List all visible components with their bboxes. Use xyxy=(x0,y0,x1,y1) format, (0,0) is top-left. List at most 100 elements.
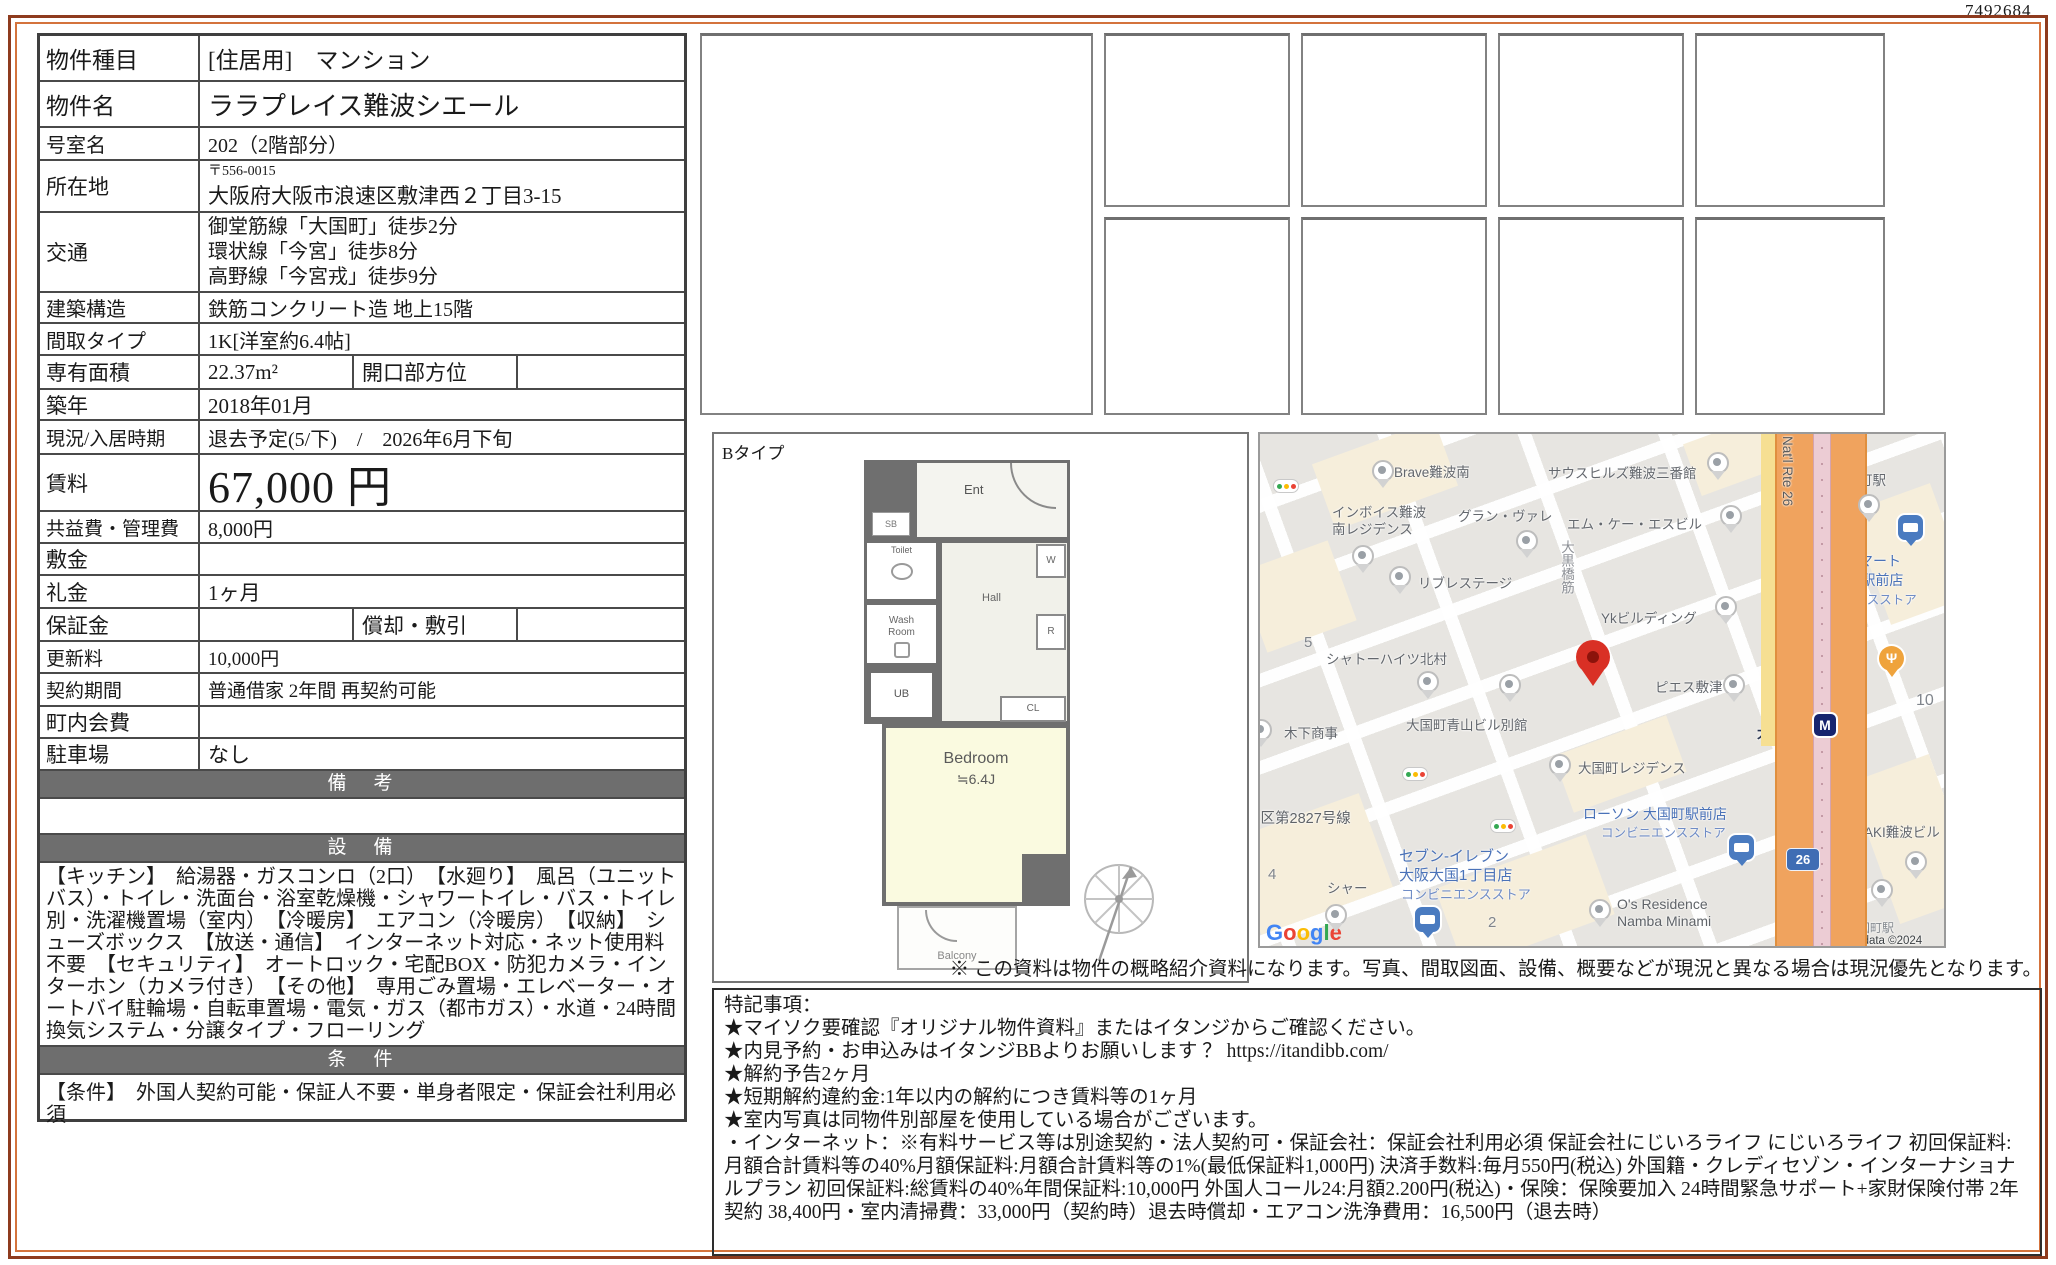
row-label: 築年 xyxy=(40,390,200,419)
conditions-text: 【条件】 外国人契約可能・保証人不要・単身者限定・保証会社利用必須 xyxy=(40,1073,684,1119)
row-value: 1K[洋室約6.4帖] xyxy=(200,323,684,356)
map-pin-icon xyxy=(1352,545,1374,567)
map-label: エム・ケー・エスビル xyxy=(1567,516,1702,533)
map-label: 大国町レジデンス xyxy=(1578,760,1686,777)
amortization-value xyxy=(518,623,684,627)
row-value: 2018年01月 xyxy=(200,388,684,422)
map-label: AKI難波ビル xyxy=(1864,824,1940,841)
photo-placeholder xyxy=(1498,33,1684,207)
table-row-room: 号室名 202（2階部分） xyxy=(40,126,684,159)
traffic-light-icon xyxy=(1402,767,1428,781)
notes-paragraph: ・インターネット：※有料サービス等は別途契約・法人契約可・保証会社：保証会社利用… xyxy=(724,1132,2030,1224)
row-value: なし xyxy=(200,737,684,771)
row-label: 号室名 xyxy=(40,128,200,159)
metro-station-icon: M xyxy=(1814,714,1836,736)
row-label: 賃料 xyxy=(40,455,200,510)
photo-placeholder xyxy=(1104,33,1290,207)
row-label: 駐車場 xyxy=(40,739,200,769)
map-pin-icon xyxy=(1516,530,1538,552)
map-pin-icon xyxy=(1589,899,1611,921)
map-pin-icon xyxy=(1499,674,1521,696)
document-number: 7492684 xyxy=(1965,1,2032,21)
row-value: 1ヶ月 xyxy=(200,575,684,609)
row-value: [住居用] マンション xyxy=(200,39,684,77)
poi-label: セブン-イレブン xyxy=(1399,848,1509,866)
notes-line: ★短期解約違約金:1年以内の解約につき賃料等の1ヶ月 xyxy=(724,1086,2030,1109)
table-row-layout: 間取タイプ 1K[洋室約6.4帖] xyxy=(40,322,684,354)
poi-label: 大阪大国1丁目店 xyxy=(1399,867,1512,885)
poi-category-label: コンビニエンスストア xyxy=(1401,886,1531,904)
map-pin-icon xyxy=(1417,671,1439,693)
notes-title: 特記事項： xyxy=(724,994,2030,1017)
table-row-guarantee: 保証金 償却・敷引 xyxy=(40,607,684,640)
convenience-store-icon xyxy=(1898,515,1923,540)
row-label: 共益費・管理費 xyxy=(40,512,200,542)
block-number: 2 xyxy=(1488,914,1496,931)
compass-icon xyxy=(1069,849,1169,969)
table-row-town-fee: 町内会費 xyxy=(40,705,684,737)
map-label: グラン・ヴァレ xyxy=(1458,508,1553,525)
section-header-conditions: 条 件 xyxy=(40,1045,684,1073)
area-value: 22.37m² xyxy=(200,356,352,388)
bedroom-label: Bedroom xyxy=(886,750,1066,768)
guarantee-value xyxy=(200,609,352,640)
table-row-contract-term: 契約期間 普通借家 2年間 再契約可能 xyxy=(40,672,684,705)
convenience-store-icon xyxy=(1729,835,1754,860)
property-detail-table: 物件種目 [住居用] マンション 物件名 ララプレイス難波シエール 号室名 20… xyxy=(37,33,687,1122)
photo-placeholder xyxy=(1104,217,1290,415)
map-label: O's Residence xyxy=(1617,896,1708,913)
amortization-label: 償却・敷引 xyxy=(352,609,518,640)
row-label: 更新料 xyxy=(40,642,200,672)
map-pin-icon xyxy=(1723,674,1745,696)
table-row-structure: 建築構造 鉄筋コンクリート造 地上15階 xyxy=(40,291,684,322)
floorplan-panel: Bタイプ SB Ent Toilet Wash Room UB Hall W R… xyxy=(712,432,1249,983)
sink-icon xyxy=(894,642,910,658)
row-label: 現況/入居時期 xyxy=(40,421,200,453)
row-label: 所在地 xyxy=(40,161,200,211)
map-label: Brave難波南 xyxy=(1394,464,1470,481)
map-label: リブレステージ xyxy=(1418,575,1512,592)
section-header-remarks: 備 考 xyxy=(40,769,684,797)
poi-category-label: コンビニエンスストア xyxy=(1601,824,1726,842)
map-pin-icon xyxy=(1715,596,1737,618)
map-label: シャー xyxy=(1327,880,1368,897)
row-value: 202（2階部分） xyxy=(200,127,684,160)
notes-line: ★マイソク要確認『オリジナル物件資料』またはイタンジからご確認ください。 xyxy=(724,1017,2030,1040)
map-disclaimer: ※ この資料は物件の概略紹介資料になります。写真、間取図面、設備、概要などが現況… xyxy=(860,952,2042,981)
floorplan-refrigerator: R xyxy=(1036,614,1066,650)
photo-placeholder xyxy=(1301,217,1487,415)
table-row-area: 専有面積 22.37m² 開口部方位 xyxy=(40,354,684,388)
photo-placeholder xyxy=(1695,217,1885,415)
table-row-key-money: 礼金 1ヶ月 xyxy=(40,574,684,607)
table-row-renewal-fee: 更新料 10,000円 xyxy=(40,640,684,672)
postal-code: 〒556-0015 xyxy=(208,160,676,180)
block-number: 5 xyxy=(1304,634,1312,651)
poi-label: ローソン 大国町駅前店 xyxy=(1583,805,1727,823)
row-value: ララプレイス難波シエール xyxy=(200,84,684,125)
road-name-label: 速区第2827号線 xyxy=(1258,811,1351,828)
table-row-rent: 賃料 67,000 円 xyxy=(40,453,684,510)
table-row-built-year: 築年 2018年01月 xyxy=(40,388,684,419)
row-value: 普通借家 2年間 再契約可能 xyxy=(200,674,684,705)
photo-placeholder xyxy=(1498,217,1684,415)
floorplan-entrance-label: Ent xyxy=(964,482,984,497)
location-map: M Ψ 26 Brave難波南 サウスヒルズ難波三番館 インボイス難波南レジデン… xyxy=(1258,432,1946,948)
traffic-light-icon xyxy=(1490,819,1516,833)
photo-placeholder xyxy=(1301,33,1487,207)
floorplan-shoebox: SB xyxy=(872,512,910,536)
row-value: 鉄筋コンクリート造 地上15階 xyxy=(200,291,684,324)
map-label: 大国町青山ビル別館 xyxy=(1406,717,1528,734)
map-pin-icon xyxy=(1549,754,1571,776)
row-label: 物件種目 xyxy=(40,36,200,80)
transport-line: 環状線「今宮」徒歩8分 xyxy=(208,240,676,265)
row-label: 建築構造 xyxy=(40,293,200,322)
photo-placeholder-large xyxy=(700,33,1093,415)
row-label: 町内会費 xyxy=(40,707,200,737)
address: 大阪府大阪市浪速区敷津西２丁目3-15 xyxy=(208,180,676,210)
washroom-label: Wash Room xyxy=(882,615,922,639)
map-pin-icon xyxy=(1372,460,1394,482)
convenience-store-icon xyxy=(1415,907,1440,932)
road-name-label: 大黒橋筋 xyxy=(1558,540,1575,594)
map-pin-icon xyxy=(1905,851,1927,873)
floorplan-closet: CL xyxy=(1000,696,1066,722)
